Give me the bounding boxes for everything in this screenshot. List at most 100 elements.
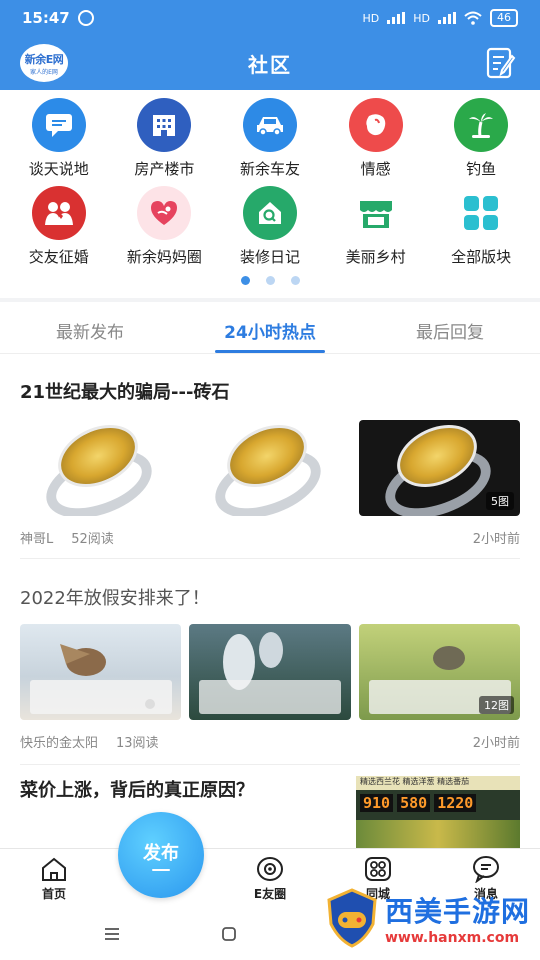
logo-text: 新余E网 (24, 52, 64, 66)
category-label: 房产楼市 (134, 160, 195, 178)
app-header: 新余E网 家人的E网 社区 (0, 36, 540, 90)
category-jiaoyou[interactable]: 交友征婚 (6, 186, 112, 274)
category-xiangcun[interactable]: 美丽乡村 (323, 186, 429, 274)
post-meta: 神哥L 52阅读 2小时前 (20, 528, 520, 547)
post-title[interactable]: 21世纪最大的骗局---砖石 (20, 378, 520, 404)
publish-button[interactable]: 发布 (118, 812, 204, 898)
category-zhuangxiu[interactable]: 装修日记 (217, 186, 323, 274)
price-c: 1220 (434, 794, 477, 812)
tab-24h-hot[interactable]: 24小时热点 (180, 302, 360, 353)
post-author[interactable]: 快乐的金太阳 (20, 732, 98, 751)
status-time: 15:47 (22, 9, 70, 27)
vegetable-stall (356, 820, 520, 848)
page-title: 社区 (248, 52, 292, 77)
page-indicator (0, 276, 540, 285)
category-fangchan[interactable]: 房产楼市 (112, 98, 218, 186)
category-all[interactable]: 全部版块 (428, 186, 534, 274)
category-qinggan[interactable]: 情感 (323, 98, 429, 186)
post-image[interactable] (20, 624, 182, 720)
post-image[interactable] (20, 420, 182, 516)
watermark-text: 西美手游网 www.hanxm.com (385, 890, 530, 946)
hd-label-2: HD (413, 11, 430, 25)
all-sections-icon (454, 186, 509, 240)
menu-icon[interactable] (103, 927, 121, 941)
nav-home-label: 首页 (41, 887, 66, 901)
gamepad-shield-icon (327, 888, 377, 948)
post-author[interactable]: 神哥L (20, 528, 53, 547)
edit-note-icon[interactable] (484, 46, 518, 80)
post-image[interactable]: 12图 (358, 624, 520, 720)
post-images: 5图 (20, 420, 520, 516)
category-label: 装修日记 (239, 248, 300, 266)
post-meta: 快乐的金太阳 13阅读 2小时前 (20, 732, 520, 751)
house-search-icon (242, 186, 297, 240)
page-dot[interactable] (240, 276, 250, 285)
nav-home[interactable]: 首页 (0, 849, 108, 908)
post-image[interactable] (189, 624, 351, 720)
tab-last-reply[interactable]: 最后回复 (360, 302, 540, 353)
watermark-title: 西美手游网 (384, 895, 530, 928)
image-count-badge: 12图 (478, 696, 514, 714)
nav-ecircle[interactable]: E友圈 (216, 849, 324, 908)
category-label: 美丽乡村 (345, 248, 406, 266)
home-square-icon[interactable] (221, 926, 237, 942)
category-label: 谈天说地 (28, 160, 89, 178)
nav-ecircle-label: E友圈 (253, 887, 287, 901)
wifi-icon (464, 11, 482, 25)
post-reads: 52阅读 (71, 532, 114, 547)
post-reads: 13阅读 (116, 736, 159, 751)
couple-icon (31, 186, 86, 240)
signal-icon (387, 12, 406, 24)
price-b: 580 (397, 794, 431, 812)
tab-latest[interactable]: 最新发布 (0, 302, 180, 353)
post-image[interactable]: 5图 (358, 420, 520, 516)
beluga-photo (199, 632, 342, 714)
category-mamaquan[interactable]: 新余妈妈圈 (112, 186, 218, 274)
post-divider (20, 764, 520, 765)
category-label: 全部版块 (451, 248, 512, 266)
owl-photo (30, 644, 172, 714)
village-shop-icon (348, 186, 403, 240)
page-dot[interactable] (290, 276, 300, 285)
feed-tabs: 最新发布 24小时热点 最后回复 (0, 302, 540, 354)
post-images: 12图 (20, 624, 520, 720)
post-image[interactable]: 精选西兰花 精选洋葱 精选番茄 910 580 1220 (356, 776, 520, 848)
mom-heart-icon (137, 186, 192, 240)
publish-label: 发布 (143, 843, 179, 864)
heart-face-icon (348, 98, 403, 152)
building-icon (137, 98, 192, 152)
page-dot[interactable] (265, 276, 275, 285)
price-a: 910 (360, 794, 394, 812)
app-logo[interactable]: 新余E网 家人的E网 (20, 44, 68, 82)
category-label: 钓鱼 (466, 160, 497, 178)
post-divider (20, 558, 520, 559)
category-label: 情感 (360, 160, 391, 178)
post-card[interactable]: 2022年放假安排来了！ 12图 快乐的金太阳 13阅读 2小时前 (20, 584, 520, 751)
site-watermark: 西美手游网 www.hanxm.com (325, 888, 530, 948)
palm-tree-icon (454, 98, 509, 152)
image-count-badge: 5图 (485, 492, 514, 510)
category-label: 新余妈妈圈 (126, 248, 202, 266)
category-row-2: 交友征婚 新余妈妈圈 装修日记 美丽乡村 全部版块 (0, 186, 540, 274)
category-tantianshuodi[interactable]: 谈天说地 (6, 98, 112, 186)
price-board-header: 精选西兰花 精选洋葱 精选番茄 (356, 776, 520, 790)
category-diaoyu[interactable]: 钓鱼 (428, 98, 534, 186)
publish-underline (152, 869, 170, 871)
post-time: 2小时前 (472, 532, 520, 547)
category-cheyou[interactable]: 新余车友 (217, 98, 323, 186)
ecircle-icon (257, 857, 283, 881)
price-board: 910 580 1220 (356, 790, 520, 812)
status-bar: 15:47 HD HD 46 (0, 0, 540, 36)
hd-label-1: HD (362, 11, 380, 25)
post-card[interactable]: 21世纪最大的骗局---砖石 5图 神哥L 52阅读 2小时前 (20, 378, 520, 547)
post-image[interactable] (189, 420, 351, 516)
category-label: 新余车友 (239, 160, 300, 178)
post-title[interactable]: 2022年放假安排来了！ (20, 584, 520, 610)
signal-icon-2 (438, 12, 456, 24)
post-title[interactable]: 菜价上涨，背后的真正原因？ (20, 780, 340, 802)
alarm-icon (77, 10, 94, 26)
category-row-1: 谈天说地 房产楼市 新余车友 情感 钓鱼 (0, 98, 540, 186)
post-time: 2小时前 (472, 736, 520, 751)
category-label: 交友征婚 (28, 248, 89, 266)
home-icon (42, 857, 66, 881)
